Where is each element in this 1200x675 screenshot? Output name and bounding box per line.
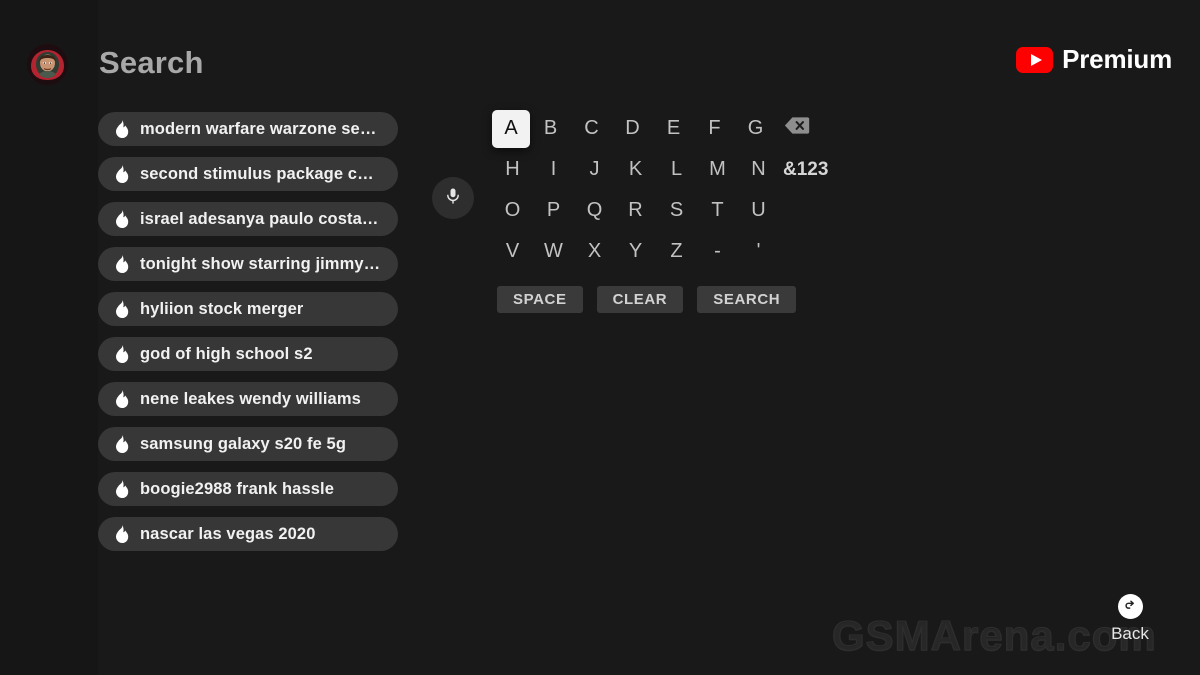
key-v[interactable]: V: [492, 232, 533, 271]
key-apostrophe[interactable]: ': [738, 232, 779, 271]
keyboard-row: A B C D E F G: [492, 108, 855, 149]
microphone-icon: [443, 186, 463, 211]
key-k[interactable]: K: [615, 150, 656, 189]
trending-flame-icon: [114, 120, 130, 138]
key-m[interactable]: M: [697, 150, 738, 189]
list-item[interactable]: modern warfare warzone se…: [98, 112, 399, 146]
sidebar-rail: [0, 0, 98, 675]
key-p[interactable]: P: [533, 191, 574, 230]
suggestion-label: god of high school s2: [140, 344, 313, 363]
key-h[interactable]: H: [492, 150, 533, 189]
key-l[interactable]: L: [656, 150, 697, 189]
key-n[interactable]: N: [738, 150, 779, 189]
back-arrow-icon: [1117, 594, 1143, 619]
trending-flame-icon: [114, 210, 130, 228]
avatar[interactable]: [27, 44, 68, 85]
suggestion-label: nascar las vegas 2020: [140, 524, 316, 543]
key-j[interactable]: J: [574, 150, 615, 189]
search-button[interactable]: SEARCH: [697, 286, 797, 313]
list-item[interactable]: boogie2988 frank hassle: [98, 472, 399, 506]
backspace-icon: [784, 116, 810, 141]
key-x[interactable]: X: [574, 232, 615, 271]
list-item[interactable]: nene leakes wendy williams: [98, 382, 399, 416]
trending-flame-icon: [114, 345, 130, 363]
symbols-key[interactable]: &123: [779, 150, 855, 189]
list-item[interactable]: tonight show starring jimmy…: [98, 247, 399, 281]
avatar-image: [27, 44, 68, 85]
key-a[interactable]: A: [492, 109, 530, 148]
key-q[interactable]: Q: [574, 191, 615, 230]
clear-button[interactable]: CLEAR: [596, 286, 684, 313]
back-label: Back: [1111, 624, 1149, 643]
page-title: Search: [99, 45, 204, 80]
key-r[interactable]: R: [615, 191, 656, 230]
suggestion-label: hyliion stock merger: [140, 299, 304, 318]
key-z[interactable]: Z: [656, 232, 697, 271]
suggestion-label: tonight show starring jimmy…: [140, 254, 381, 273]
key-u[interactable]: U: [738, 191, 779, 230]
key-hyphen[interactable]: -: [697, 232, 738, 271]
trending-flame-icon: [114, 525, 130, 543]
key-s[interactable]: S: [656, 191, 697, 230]
list-item[interactable]: samsung galaxy s20 fe 5g: [98, 427, 399, 461]
list-item[interactable]: second stimulus package c…: [98, 157, 399, 191]
key-w[interactable]: W: [533, 232, 574, 271]
key-i[interactable]: I: [533, 150, 574, 189]
back-button[interactable]: Back: [1103, 594, 1157, 644]
key-g[interactable]: G: [735, 109, 776, 148]
trending-flame-icon: [114, 300, 130, 318]
list-item[interactable]: israel adesanya paulo costa…: [98, 202, 399, 236]
key-b[interactable]: B: [530, 109, 571, 148]
search-suggestions-list: modern warfare warzone se… second stimul…: [98, 112, 399, 551]
space-button[interactable]: SPACE: [497, 286, 583, 313]
trending-flame-icon: [114, 165, 130, 183]
list-item[interactable]: hyliion stock merger: [98, 292, 399, 326]
key-e[interactable]: E: [653, 109, 694, 148]
key-c[interactable]: C: [571, 109, 612, 148]
suggestion-label: boogie2988 frank hassle: [140, 479, 334, 498]
key-t[interactable]: T: [697, 191, 738, 230]
onscreen-keyboard: A B C D E F G H I J K L M N &123 O P Q R…: [492, 108, 855, 313]
trending-flame-icon: [114, 255, 130, 273]
key-f[interactable]: F: [694, 109, 735, 148]
key-d[interactable]: D: [612, 109, 653, 148]
key-o[interactable]: O: [492, 191, 533, 230]
keyboard-row: H I J K L M N &123: [492, 149, 855, 190]
keyboard-row: V W X Y Z - ': [492, 231, 855, 272]
suggestion-label: israel adesanya paulo costa…: [140, 209, 379, 228]
backspace-key[interactable]: [776, 109, 817, 148]
suggestion-label: nene leakes wendy williams: [140, 389, 361, 408]
keyboard-row: O P Q R S T U: [492, 190, 855, 231]
list-item[interactable]: nascar las vegas 2020: [98, 517, 399, 551]
youtube-logo-icon: [1016, 46, 1054, 73]
suggestion-label: samsung galaxy s20 fe 5g: [140, 434, 346, 453]
list-item[interactable]: god of high school s2: [98, 337, 399, 371]
suggestion-label: modern warfare warzone se…: [140, 119, 377, 138]
trending-flame-icon: [114, 390, 130, 408]
voice-search-button[interactable]: [432, 177, 474, 219]
suggestion-label: second stimulus package c…: [140, 164, 374, 183]
premium-branding: Premium: [1016, 44, 1172, 75]
premium-label: Premium: [1062, 44, 1172, 74]
trending-flame-icon: [114, 435, 130, 453]
key-y[interactable]: Y: [615, 232, 656, 271]
keyboard-actions: SPACE CLEAR SEARCH: [497, 286, 855, 313]
trending-flame-icon: [114, 480, 130, 498]
